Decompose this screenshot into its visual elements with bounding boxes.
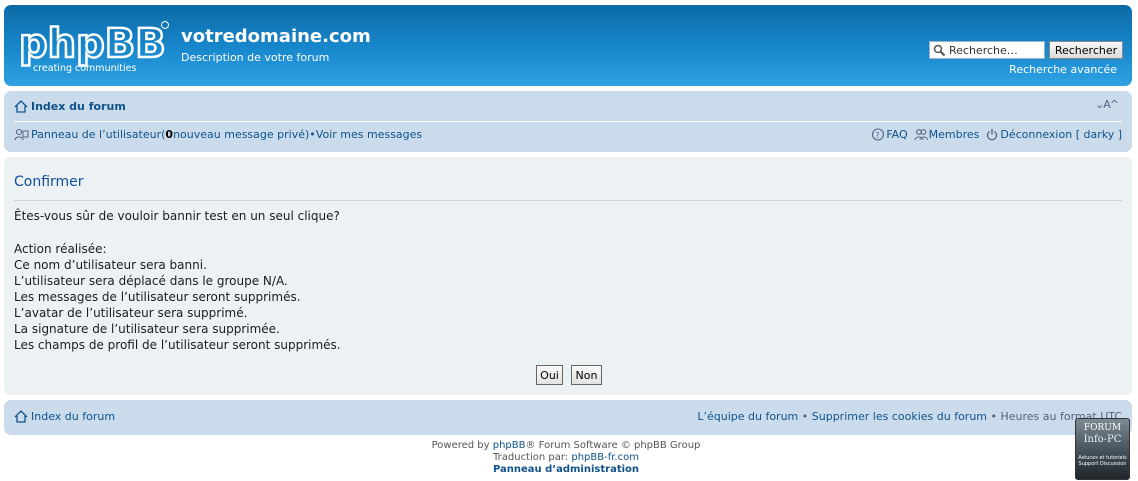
translation-link[interactable]: phpBB-fr.com	[571, 452, 639, 463]
phpbb-logo-icon: phpBB creating communities	[18, 20, 169, 74]
delete-cookies-link[interactable]: Supprimer les cookies du forum	[812, 410, 987, 423]
search-placeholder: Recherche…	[949, 43, 1018, 57]
logout-link[interactable]: Déconnexion [ darky ]	[1000, 128, 1122, 141]
confirm-panel: Confirmer Êtes-vous sûr de vouloir banni…	[4, 157, 1132, 395]
action-item: Les champs de profil de l’utilisateur se…	[14, 338, 341, 352]
badge-line1: FORUM	[1083, 423, 1122, 433]
badge-line3: Astuces et tutoriels Support Discussion	[1078, 455, 1127, 467]
user-panel-icon	[14, 128, 29, 141]
footer-breadcrumb: Index du forum	[14, 410, 115, 423]
no-button[interactable]: Non	[571, 365, 602, 385]
search-button[interactable]: Rechercher	[1049, 41, 1123, 59]
svg-text:?: ?	[876, 131, 880, 140]
powered-prefix: Powered by	[431, 440, 493, 451]
faq-icon: ?	[872, 128, 885, 141]
copyright: Powered by phpBB® Forum Software © phpBB…	[0, 440, 1132, 476]
action-item: La signature de l’utilisateur sera suppr…	[14, 322, 280, 336]
action-item: Ce nom d’utilisateur sera banni.	[14, 258, 207, 272]
advanced-search-link[interactable]: Recherche avancée	[1009, 63, 1117, 76]
confirm-question: Êtes-vous sûr de vouloir bannir test en …	[14, 209, 340, 223]
actions-list: Action réalisée: Ce nom d’utilisateur se…	[14, 241, 341, 353]
badge-line2: Info-PC	[1083, 434, 1122, 445]
font-resize-icon[interactable]: ⌄A^	[1095, 98, 1119, 111]
search-input[interactable]: Recherche…	[929, 41, 1045, 59]
action-item: Les messages de l’utilisateur seront sup…	[14, 290, 301, 304]
footer-links: L’équipe du forum • Supprimer les cookie…	[697, 410, 1122, 423]
yes-button[interactable]: Oui	[536, 365, 563, 385]
breadcrumb: Index du forum	[14, 100, 126, 113]
power-icon	[987, 129, 998, 141]
bullet-separator: •	[987, 410, 1001, 423]
navbar: Index du forum ⌄A^ Panneau de l’utilisat…	[4, 91, 1132, 152]
translation-prefix: Traduction par:	[493, 452, 572, 463]
divider	[14, 200, 1122, 201]
powered-suffix: ® Forum Software © phpBB Group	[525, 440, 701, 451]
forum-infopc-badge: FORUM Info-PC Astuces et tutoriels Suppo…	[1075, 418, 1130, 480]
svg-text:creating communities: creating communities	[33, 63, 136, 74]
site-description: Description de votre forum	[181, 51, 330, 64]
utility-links: ? FAQ Membres Déconnexion [ darky ]	[865, 128, 1122, 141]
user-links: Panneau de l’utilisateur ( 0 nouveau mes…	[14, 128, 422, 141]
powered-by-line: Powered by phpBB® Forum Software © phpBB…	[0, 440, 1132, 452]
phpbb-logo[interactable]: phpBB creating communities	[18, 17, 169, 77]
view-messages-link[interactable]: Voir mes messages	[316, 128, 422, 141]
user-panel-link[interactable]: Panneau de l’utilisateur	[31, 128, 161, 141]
bullet-separator: •	[798, 410, 812, 423]
site-title[interactable]: votredomaine.com	[181, 26, 371, 47]
home-icon	[14, 410, 28, 423]
members-icon	[914, 129, 928, 141]
pm-link[interactable]: nouveau message privé)	[173, 128, 309, 141]
action-item: L’utilisateur sera déplacé dans le group…	[14, 274, 288, 288]
translation-line: Traduction par: phpBB-fr.com	[0, 452, 1132, 464]
divider	[14, 121, 1122, 122]
team-link[interactable]: L’équipe du forum	[697, 410, 798, 423]
phpbb-link[interactable]: phpBB	[493, 440, 526, 451]
action-item: L’avatar de l’utilisateur sera supprimé.	[14, 306, 248, 320]
faq-link[interactable]: FAQ	[886, 128, 907, 141]
admin-panel-link[interactable]: Panneau d’administration	[493, 464, 639, 475]
pm-count: 0	[165, 128, 174, 141]
search-icon	[933, 44, 946, 56]
actions-heading: Action réalisée:	[14, 242, 107, 256]
panel-title: Confirmer	[14, 174, 84, 190]
forum-index-link[interactable]: Index du forum	[31, 100, 126, 113]
footer-navbar: Index du forum L’équipe du forum • Suppr…	[4, 400, 1132, 435]
home-icon	[14, 100, 28, 113]
footer-forum-index-link[interactable]: Index du forum	[31, 410, 115, 423]
svg-text:phpBB: phpBB	[19, 21, 166, 67]
members-link[interactable]: Membres	[929, 128, 980, 141]
site-header: phpBB creating communities votredomaine.…	[4, 5, 1132, 86]
